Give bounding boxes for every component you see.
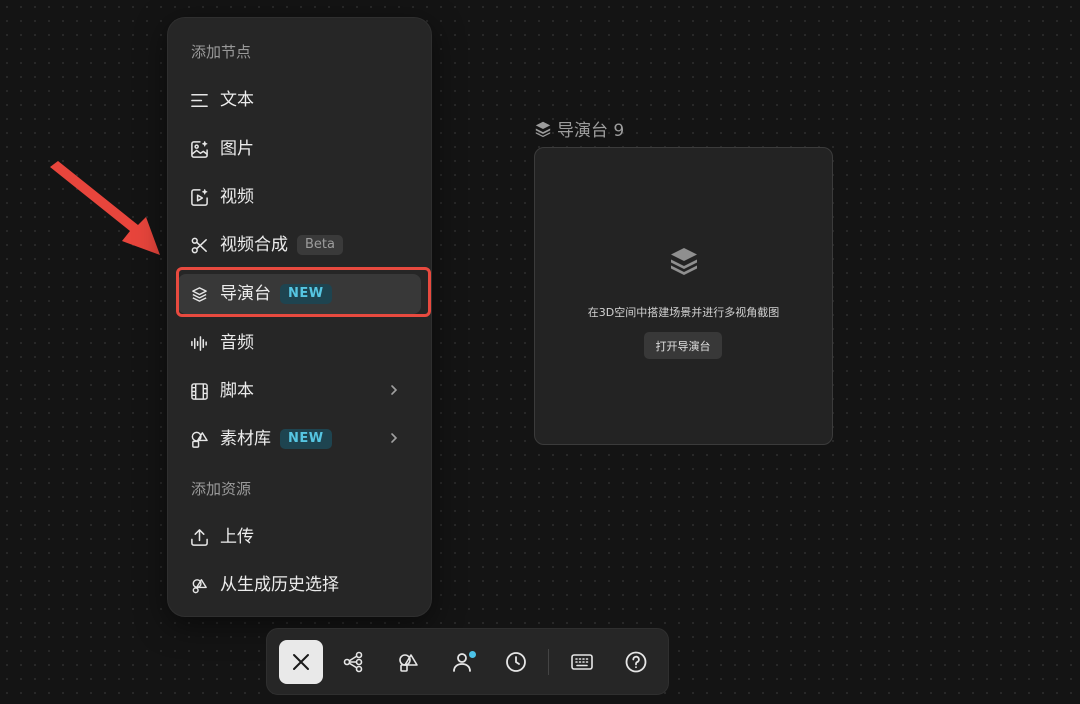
new-badge: NEW — [280, 284, 332, 304]
profile-button[interactable] — [440, 640, 484, 684]
add-resource-section-title: 添加资源 — [191, 480, 252, 498]
beta-badge: Beta — [297, 235, 343, 255]
menu-item-history[interactable]: 从生成历史选择 — [178, 565, 421, 605]
menu-item-upload[interactable]: 上传 — [178, 517, 421, 557]
history-button[interactable] — [494, 640, 538, 684]
open-director-button[interactable]: 打开导演台 — [644, 332, 722, 359]
new-badge: NEW — [280, 429, 332, 449]
bottom-toolbar — [266, 628, 669, 695]
menu-item-label: 素材库 — [220, 429, 271, 449]
close-button[interactable] — [279, 640, 323, 684]
menu-item-library[interactable]: 素材库 NEW — [178, 419, 421, 459]
menu-item-video-compose[interactable]: 视频合成 Beta — [178, 225, 421, 265]
layers-icon — [189, 284, 209, 304]
shapes-icon — [189, 429, 209, 449]
clock-icon — [506, 652, 526, 672]
menu-item-label: 视频 — [220, 187, 254, 207]
workflow-icon — [343, 651, 363, 673]
layers-icon — [671, 248, 697, 275]
audio-wave-icon — [189, 333, 209, 353]
menu-item-label: 导演台 — [220, 284, 271, 304]
close-icon — [293, 654, 309, 670]
node-description: 在3D空间中搭建场景并进行多视角截图 — [587, 306, 780, 319]
menu-item-label: 从生成历史选择 — [220, 575, 339, 595]
film-script-icon — [189, 381, 209, 401]
director-node-card[interactable]: 在3D空间中搭建场景并进行多视角截图 打开导演台 — [534, 147, 833, 445]
add-node-menu: 添加节点 文本 图片 视频 视频合成 Beta 导演台 NEW 音频 脚本 素材… — [167, 17, 432, 617]
node-title-label: 导演台 9 — [557, 121, 625, 141]
menu-item-director[interactable]: 导演台 NEW — [178, 274, 421, 314]
chevron-right-icon — [391, 385, 398, 395]
keyboard-button[interactable] — [560, 640, 604, 684]
layers-icon — [534, 120, 552, 138]
menu-item-label: 上传 — [220, 527, 254, 547]
video-sparkle-icon — [189, 187, 209, 207]
menu-item-text[interactable]: 文本 — [178, 80, 421, 120]
add-node-section-title: 添加节点 — [191, 43, 252, 61]
node-title[interactable]: 导演台 9 — [534, 116, 624, 141]
menu-item-label: 脚本 — [220, 381, 254, 401]
menu-item-image[interactable]: 图片 — [178, 129, 421, 169]
help-button[interactable] — [614, 640, 658, 684]
menu-item-label: 文本 — [220, 90, 254, 110]
assets-button[interactable] — [386, 640, 430, 684]
menu-item-label: 音频 — [220, 333, 254, 353]
upload-icon — [189, 527, 209, 547]
scissors-icon — [189, 235, 209, 255]
notification-dot — [469, 651, 476, 658]
menu-item-label: 视频合成 — [220, 235, 288, 255]
keyboard-icon — [571, 654, 593, 670]
text-lines-icon — [189, 90, 209, 110]
menu-item-script[interactable]: 脚本 — [178, 371, 421, 411]
menu-item-label: 图片 — [220, 139, 254, 159]
menu-item-video[interactable]: 视频 — [178, 177, 421, 217]
menu-item-audio[interactable]: 音频 — [178, 323, 421, 363]
toolbar-divider — [548, 649, 549, 675]
help-icon — [625, 651, 647, 673]
assets-icon — [399, 654, 418, 672]
chevron-right-icon — [391, 433, 398, 443]
annotation-arrow — [50, 161, 160, 255]
history-shapes-icon — [189, 575, 209, 595]
image-sparkle-icon — [189, 139, 209, 159]
workflow-button[interactable] — [332, 640, 376, 684]
